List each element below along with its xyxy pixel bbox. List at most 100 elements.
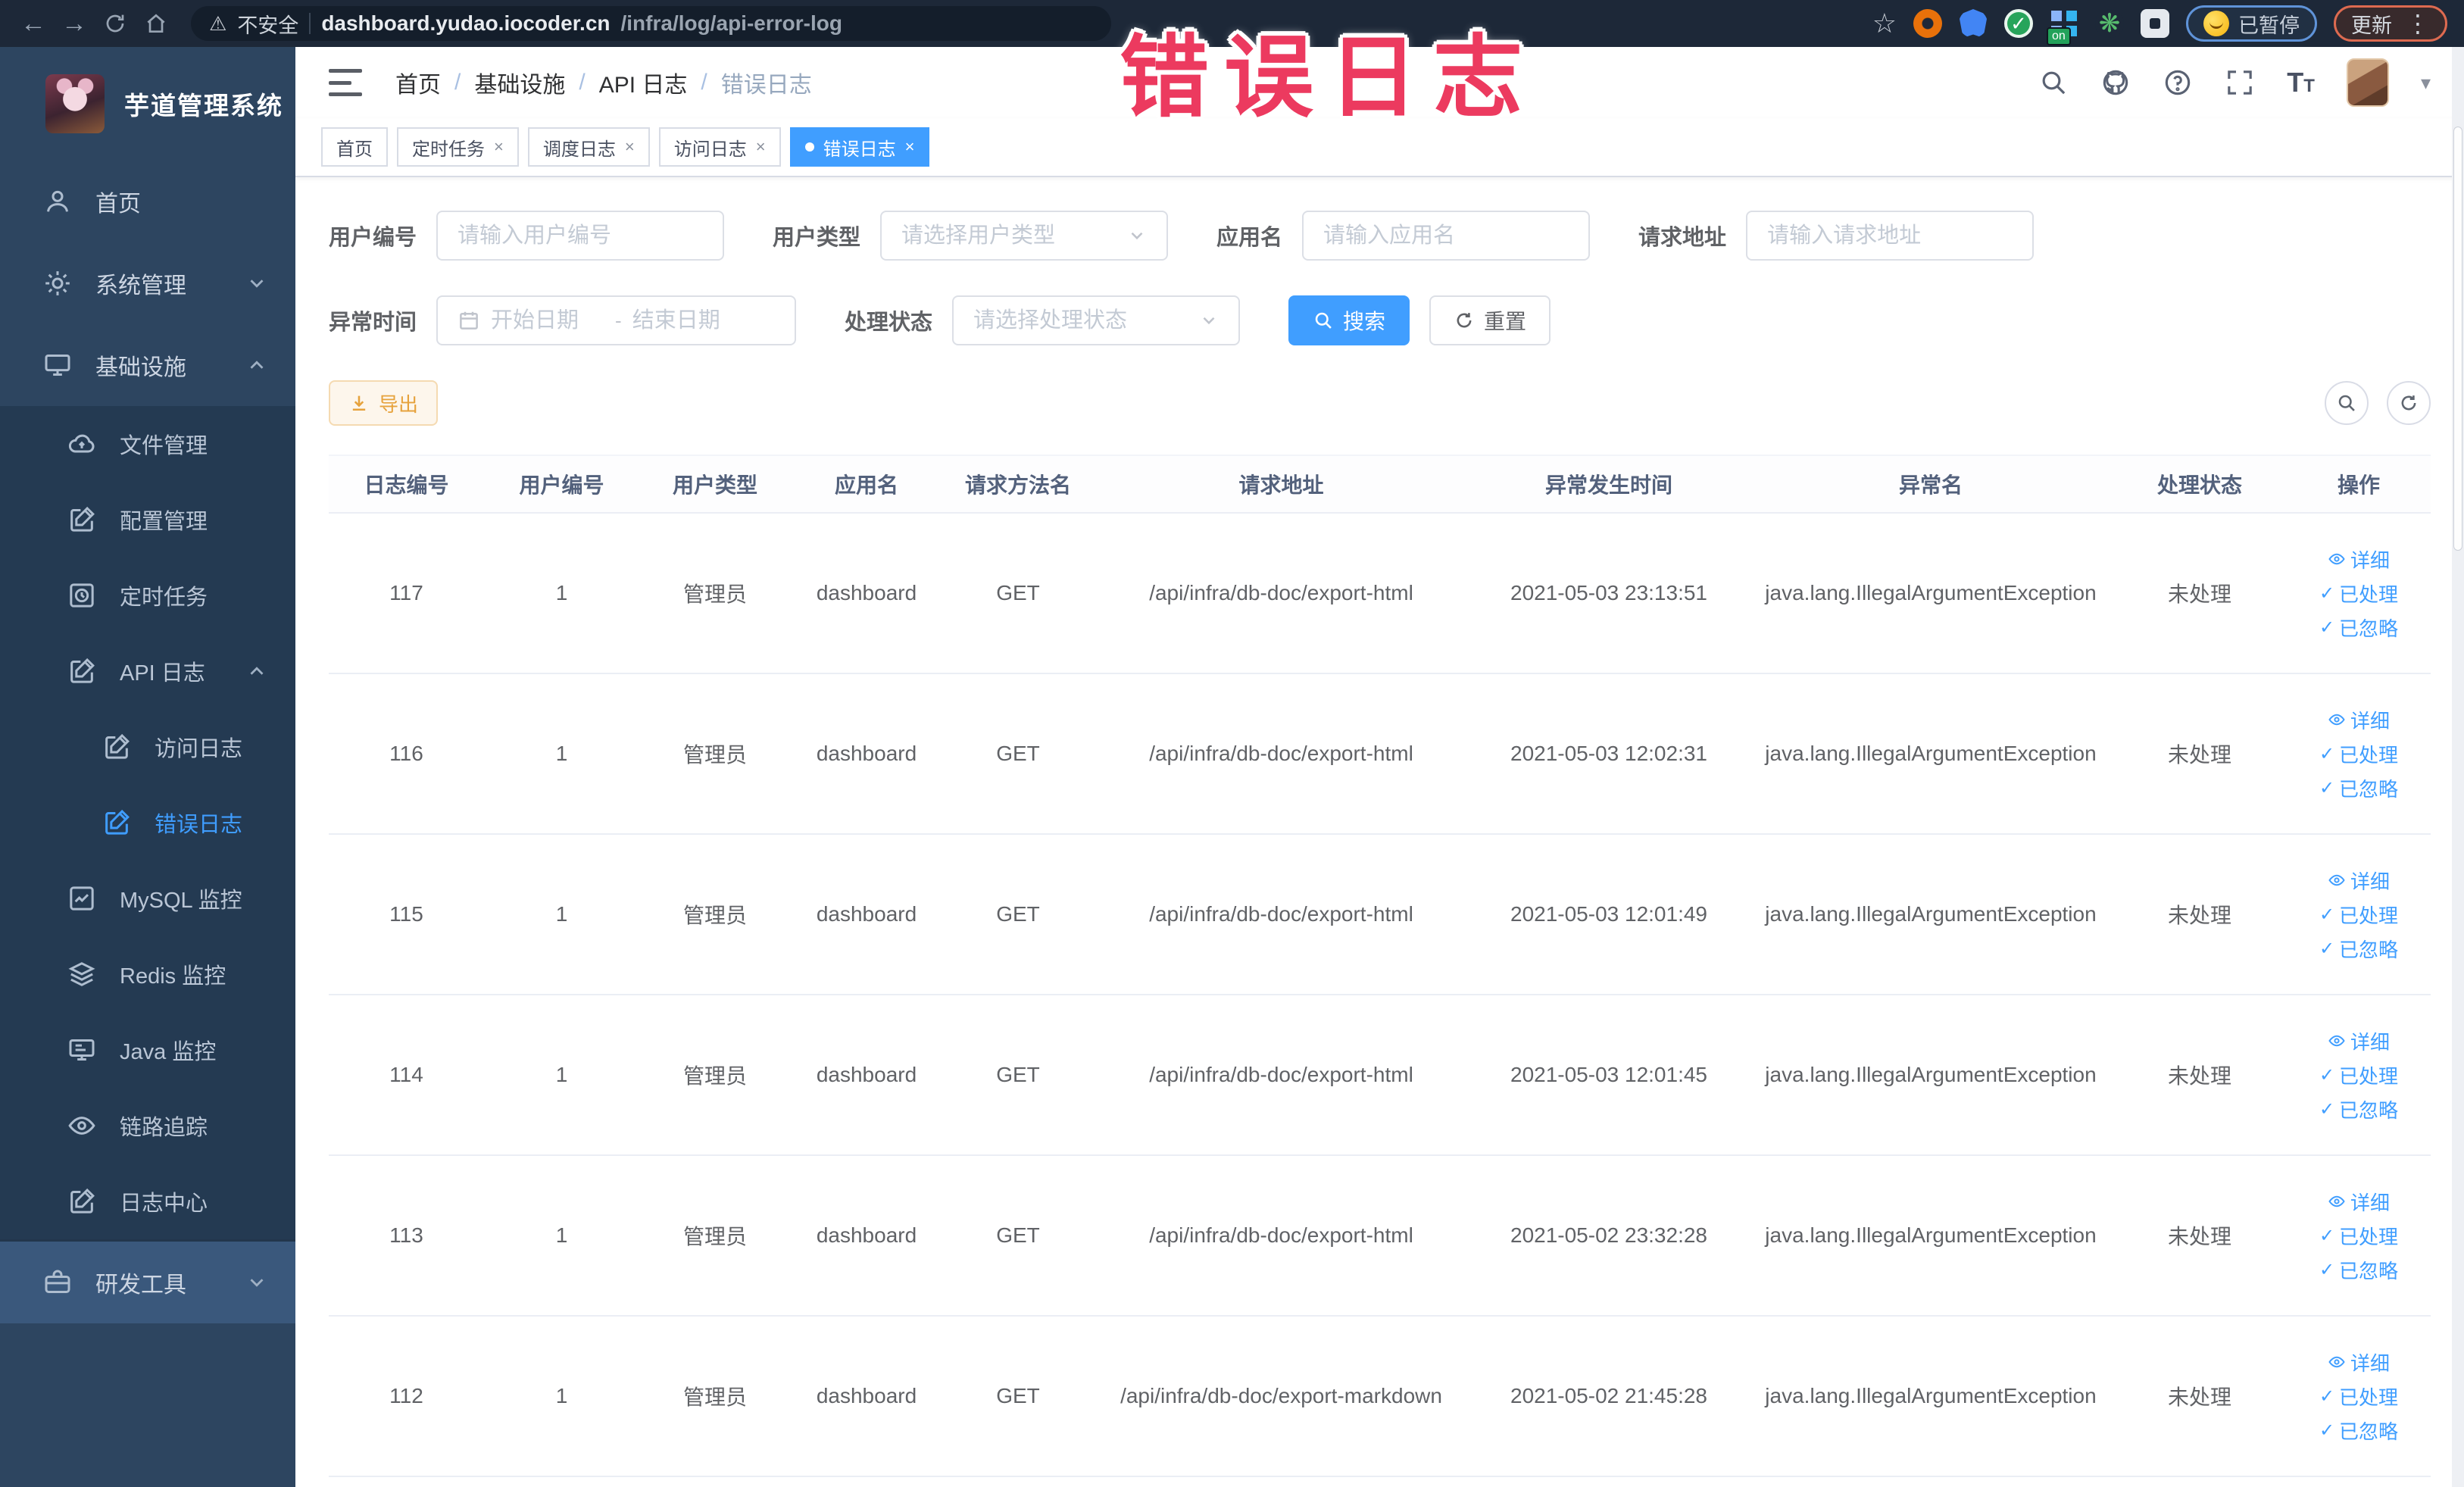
sidebar-item-error-log[interactable]: 错误日志 [0, 785, 295, 861]
cell-status: 未处理 [2167, 1064, 2231, 1088]
address-bar-divider [309, 13, 311, 34]
tab-close-icon[interactable]: × [625, 137, 635, 157]
extension-grid-icon[interactable]: on [2047, 9, 2078, 45]
tab-close-icon[interactable]: × [905, 137, 915, 157]
mark-processed-link[interactable]: ✓ 已处理 [2319, 1222, 2398, 1250]
detail-link[interactable]: 详细 [2328, 1188, 2390, 1216]
mark-ignored-link[interactable]: ✓ 已忽略 [2319, 774, 2398, 802]
reset-button[interactable]: 重置 [1429, 295, 1551, 345]
app-name-input[interactable] [1323, 223, 1569, 248]
sidebar-item-tracing[interactable]: 链路追踪 [0, 1088, 295, 1164]
date-range-picker[interactable]: - [436, 295, 797, 345]
mark-ignored-link[interactable]: ✓ 已忽略 [2319, 1095, 2398, 1123]
hamburger-icon[interactable] [329, 69, 362, 96]
mark-ignored-link[interactable]: ✓ 已忽略 [2319, 614, 2398, 642]
sidebar-item-config-mgmt[interactable]: 配置管理 [0, 482, 295, 558]
detail-link[interactable]: 详细 [2328, 1027, 2390, 1055]
extension-sprout-icon[interactable]: ❋ [2095, 9, 2124, 38]
request-url-input[interactable] [1767, 223, 2013, 248]
tab-access-log[interactable]: 访问日志 × [658, 127, 781, 167]
sidebar-item-infrastructure[interactable]: 基础设施 [0, 324, 295, 406]
sidebar-item-java-monitor[interactable]: Java 监控 [0, 1012, 295, 1088]
cell-request-url: /api/infra/db-doc/export-html [1149, 1223, 1413, 1247]
bookmark-star-icon[interactable]: ☆ [1872, 8, 1897, 39]
mark-processed-link[interactable]: ✓ 已处理 [2319, 1061, 2398, 1089]
sidebar-item-scheduled-tasks[interactable]: 定时任务 [0, 558, 295, 633]
cell-status: 未处理 [2167, 1385, 2231, 1409]
extension-donut-icon[interactable] [1913, 9, 1942, 38]
detail-link[interactable]: 详细 [2328, 545, 2390, 573]
browser-forward-icon[interactable]: → [58, 7, 91, 40]
search-button[interactable]: 搜索 [1288, 295, 1410, 345]
sidebar-item-mysql-monitor[interactable]: MySQL 监控 [0, 861, 295, 936]
cell-exception-name: java.lang.IllegalArgumentException [1765, 1223, 2097, 1247]
browser-reload-icon[interactable] [98, 7, 132, 40]
breadcrumb-current: 错误日志 [720, 73, 812, 98]
mark-ignored-link[interactable]: ✓ 已忽略 [2319, 1417, 2398, 1445]
user-type-input[interactable] [901, 223, 1128, 248]
sidebar-item-api-logs[interactable]: API 日志 [0, 633, 295, 709]
avatar-caret-down-icon[interactable]: ▾ [2421, 71, 2431, 95]
tab-home[interactable]: 首页 [321, 127, 388, 167]
detail-link[interactable]: 详细 [2328, 1348, 2390, 1376]
sidebar-item-access-log[interactable]: 访问日志 [0, 709, 295, 785]
cell-exception-name: java.lang.IllegalArgumentException [1765, 1384, 2097, 1407]
mark-processed-link[interactable]: ✓ 已处理 [2319, 1382, 2398, 1410]
cell-exception-name: java.lang.IllegalArgumentException [1765, 581, 2097, 604]
refresh-table-button[interactable] [2387, 381, 2431, 425]
address-bar[interactable]: ⚠ 不安全 dashboard.yudao.iocoder.cn/infra/l… [191, 6, 1111, 41]
cell-user-type: 管理员 [682, 1225, 747, 1248]
extension-puzzle-icon[interactable] [2141, 9, 2169, 38]
user-id-input[interactable] [458, 223, 704, 248]
mark-ignored-link[interactable]: ✓ 已忽略 [2319, 935, 2398, 963]
mark-ignored-link[interactable]: ✓ 已忽略 [2319, 1256, 2398, 1284]
tab-scheduled-tasks[interactable]: 定时任务 × [397, 127, 519, 167]
tab-close-icon[interactable]: × [756, 137, 766, 157]
scrollbar-thumb[interactable] [2453, 127, 2462, 551]
breadcrumb-api-logs[interactable]: API 日志 [599, 66, 688, 99]
tab-label: 调度日志 [542, 139, 616, 160]
sidebar-item-label: 错误日志 [155, 813, 243, 837]
tab-schedule-log[interactable]: 调度日志 × [527, 127, 650, 167]
github-icon[interactable] [2100, 67, 2131, 98]
browser-back-icon[interactable]: ← [17, 7, 50, 40]
help-icon[interactable] [2163, 67, 2193, 98]
date-start-input[interactable] [491, 308, 605, 333]
fullscreen-icon[interactable] [2225, 67, 2255, 98]
date-end-input[interactable] [632, 308, 746, 333]
extension-check-icon[interactable]: ✓ [2004, 9, 2033, 38]
mark-processed-link[interactable]: ✓ 已处理 [2319, 579, 2398, 608]
detail-link[interactable]: 详细 [2328, 867, 2390, 895]
sidebar-item-dev-tools[interactable]: 研发工具 [0, 1242, 295, 1323]
extension-shield-icon[interactable] [1959, 9, 1988, 38]
mark-processed-link[interactable]: ✓ 已处理 [2319, 740, 2398, 768]
export-button[interactable]: 导出 [329, 380, 439, 426]
app-logo-row[interactable]: 芋道管理系统 [0, 47, 295, 161]
eye-icon [2328, 1353, 2346, 1371]
sidebar-item-log-center[interactable]: 日志中心 [0, 1164, 295, 1239]
process-status-select[interactable] [952, 295, 1241, 345]
mark-processed-link[interactable]: ✓ 已处理 [2319, 901, 2398, 929]
breadcrumb-home[interactable]: 首页 [395, 66, 441, 99]
tab-error-log[interactable]: 错误日志 × [789, 127, 930, 167]
breadcrumb: 首页 / 基础设施 / API 日志 / 错误日志 [395, 66, 812, 99]
user-type-select[interactable] [880, 211, 1169, 261]
sidebar-item-file-mgmt[interactable]: 文件管理 [0, 406, 295, 482]
sidebar-item-system-mgmt[interactable]: 系统管理 [0, 242, 295, 324]
tab-close-icon[interactable]: × [494, 137, 504, 157]
app-title: 芋道管理系统 [124, 92, 283, 120]
font-size-icon[interactable]: TT [2287, 67, 2315, 98]
browser-home-icon[interactable] [139, 7, 173, 40]
sidebar-item-redis-monitor[interactable]: Redis 监控 [0, 936, 295, 1012]
user-avatar[interactable] [2346, 58, 2389, 107]
profile-paused-badge[interactable]: 已暂停 [2186, 5, 2317, 42]
process-status-input[interactable] [973, 308, 1200, 333]
hide-search-button[interactable] [2325, 381, 2369, 425]
detail-link[interactable]: 详细 [2328, 706, 2390, 734]
search-icon[interactable] [2038, 67, 2069, 98]
breadcrumb-infrastructure[interactable]: 基础设施 [474, 66, 565, 99]
sidebar-item-home[interactable]: 首页 [0, 161, 295, 242]
check-icon: ✓ [2319, 1225, 2335, 1246]
browser-menu-icon[interactable]: ⋮ [2406, 9, 2430, 38]
browser-update-button[interactable]: 更新 ⋮ [2334, 5, 2447, 42]
